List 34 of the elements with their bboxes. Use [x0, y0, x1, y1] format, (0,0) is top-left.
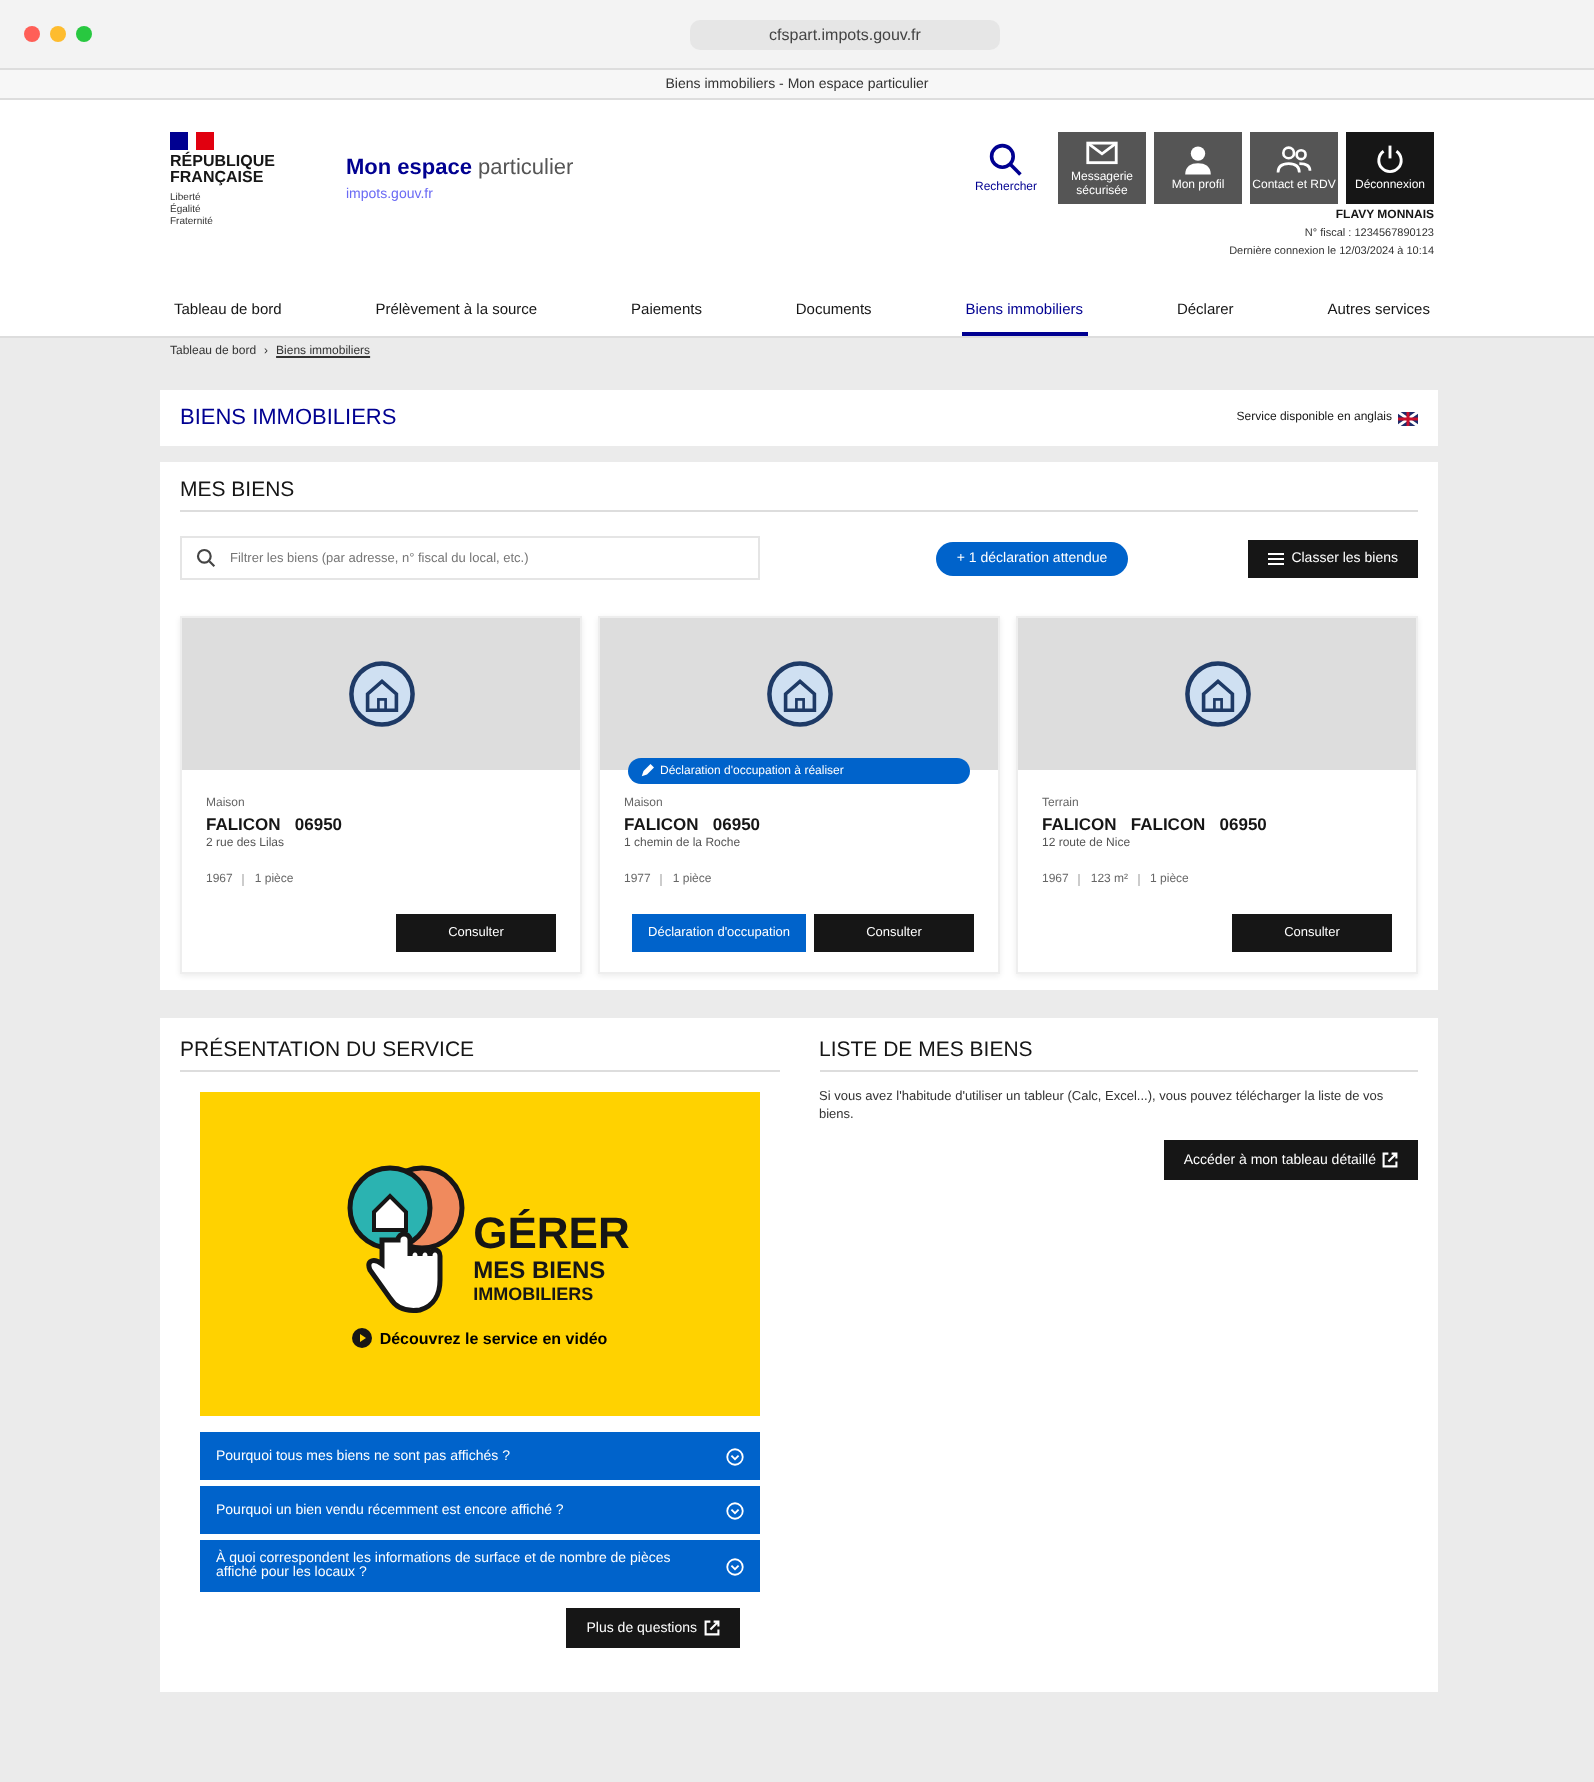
search-icon [196, 548, 216, 568]
banner-subtitle: IMMOBILIERS [473, 1284, 596, 1304]
list-icon [1267, 551, 1284, 565]
property-city: FALICON 06950 [206, 814, 345, 834]
site-title: Mon espace particulier [346, 156, 576, 180]
brand-name: RÉPUBLIQUE FRANÇAISE [170, 154, 277, 188]
page-title: BIENS IMMOBILIERS [180, 406, 397, 430]
search-icon [988, 141, 1024, 178]
external-link-icon [1382, 1152, 1398, 1169]
external-link-icon [703, 1620, 719, 1636]
video-link[interactable]: Découvrez le service en vidéo [351, 1328, 608, 1348]
pencil-icon [640, 764, 654, 778]
house-icon [345, 658, 417, 730]
section-title: LISTE DE MES BIENS [819, 1038, 1418, 1072]
banner-subtitle: MES BIENS [473, 1256, 608, 1284]
envelope-icon [1084, 136, 1120, 169]
house-icon [1181, 658, 1253, 730]
window-close-button[interactable] [24, 26, 40, 42]
play-icon [351, 1328, 372, 1348]
user-icon [1182, 143, 1214, 176]
property-city: FALICON 06950 [624, 814, 763, 834]
flag-logo [170, 132, 214, 150]
section-title: MES BIENS [180, 478, 1418, 512]
section-title: PRÉSENTATION DU SERVICE [180, 1038, 779, 1072]
people-icon [1276, 143, 1312, 176]
house-icon [763, 658, 835, 730]
address-bar[interactable]: cfspart.impots.gouv.fr [689, 19, 1001, 49]
window-minimize-button[interactable] [50, 26, 66, 42]
banner-title: GÉRER [473, 1212, 630, 1256]
flag-icon [1398, 411, 1418, 425]
promo-banner[interactable]: GÉRER MES BIENS IMMOBILIERS Découvrez le service en vidéo [200, 1092, 759, 1416]
window-zoom-button[interactable] [76, 26, 92, 42]
property-city: FALICON FALICON 06950 [1042, 814, 1269, 834]
power-icon [1374, 143, 1406, 176]
